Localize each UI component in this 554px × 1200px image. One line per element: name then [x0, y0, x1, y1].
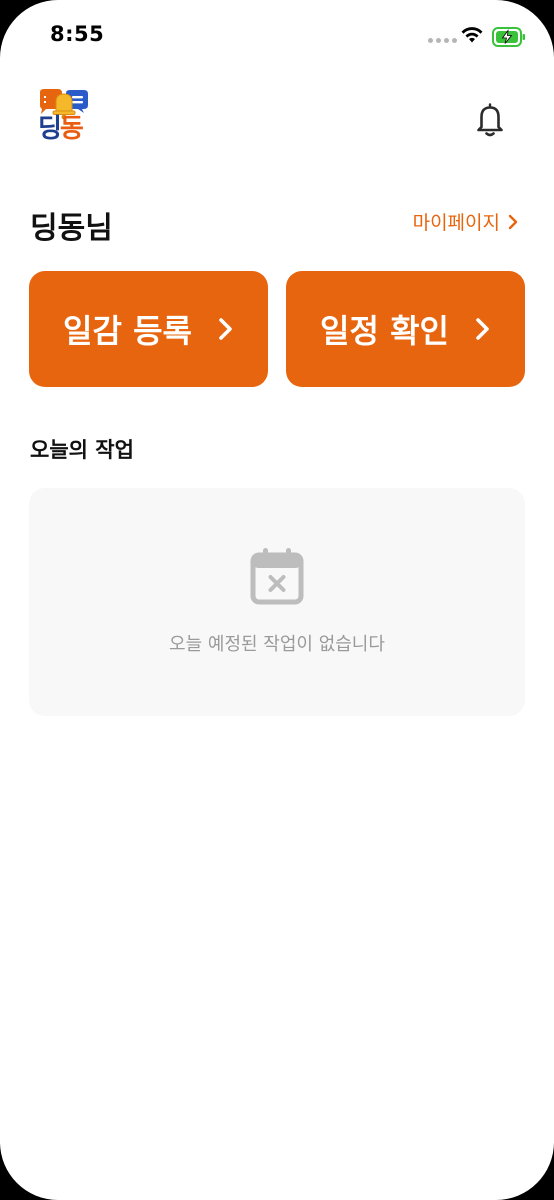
cellular-signal-icon	[428, 38, 457, 43]
app-screen: 8:55 딩동 딩동님 마이페이지 일감 등록 일정 확인 오늘의 작업 오늘 …	[0, 0, 554, 1200]
register-job-button[interactable]: 일감 등록	[29, 271, 268, 387]
user-greeting: 딩동님	[30, 211, 113, 246]
battery-charging-icon	[492, 27, 525, 47]
logo-text-dong: 동	[59, 114, 84, 144]
notification-button[interactable]	[470, 100, 510, 140]
register-job-label: 일감 등록	[63, 312, 192, 350]
mypage-label: 마이페이지	[412, 212, 500, 234]
calendar-x-icon	[250, 548, 304, 605]
chevron-right-icon	[476, 318, 489, 340]
wifi-icon	[461, 27, 483, 43]
chevron-right-icon	[219, 318, 232, 340]
empty-tasks-card: 오늘 예정된 작업이 없습니다	[29, 488, 525, 716]
chevron-right-icon	[508, 214, 518, 229]
logo-text-ding: 딩	[38, 114, 62, 144]
bell-icon	[477, 103, 503, 137]
status-time: 8:55	[50, 22, 105, 46]
status-bar: 8:55	[0, 0, 554, 72]
check-schedule-button[interactable]: 일정 확인	[286, 271, 525, 387]
empty-tasks-message: 오늘 예정된 작업이 없습니다	[169, 634, 385, 655]
check-schedule-label: 일정 확인	[320, 312, 449, 350]
section-title-today: 오늘의 작업	[30, 438, 134, 462]
dingdong-logo: 딩동	[36, 88, 92, 148]
mypage-link[interactable]: 마이페이지	[413, 208, 518, 235]
logo-wordmark: 딩동	[38, 114, 84, 144]
